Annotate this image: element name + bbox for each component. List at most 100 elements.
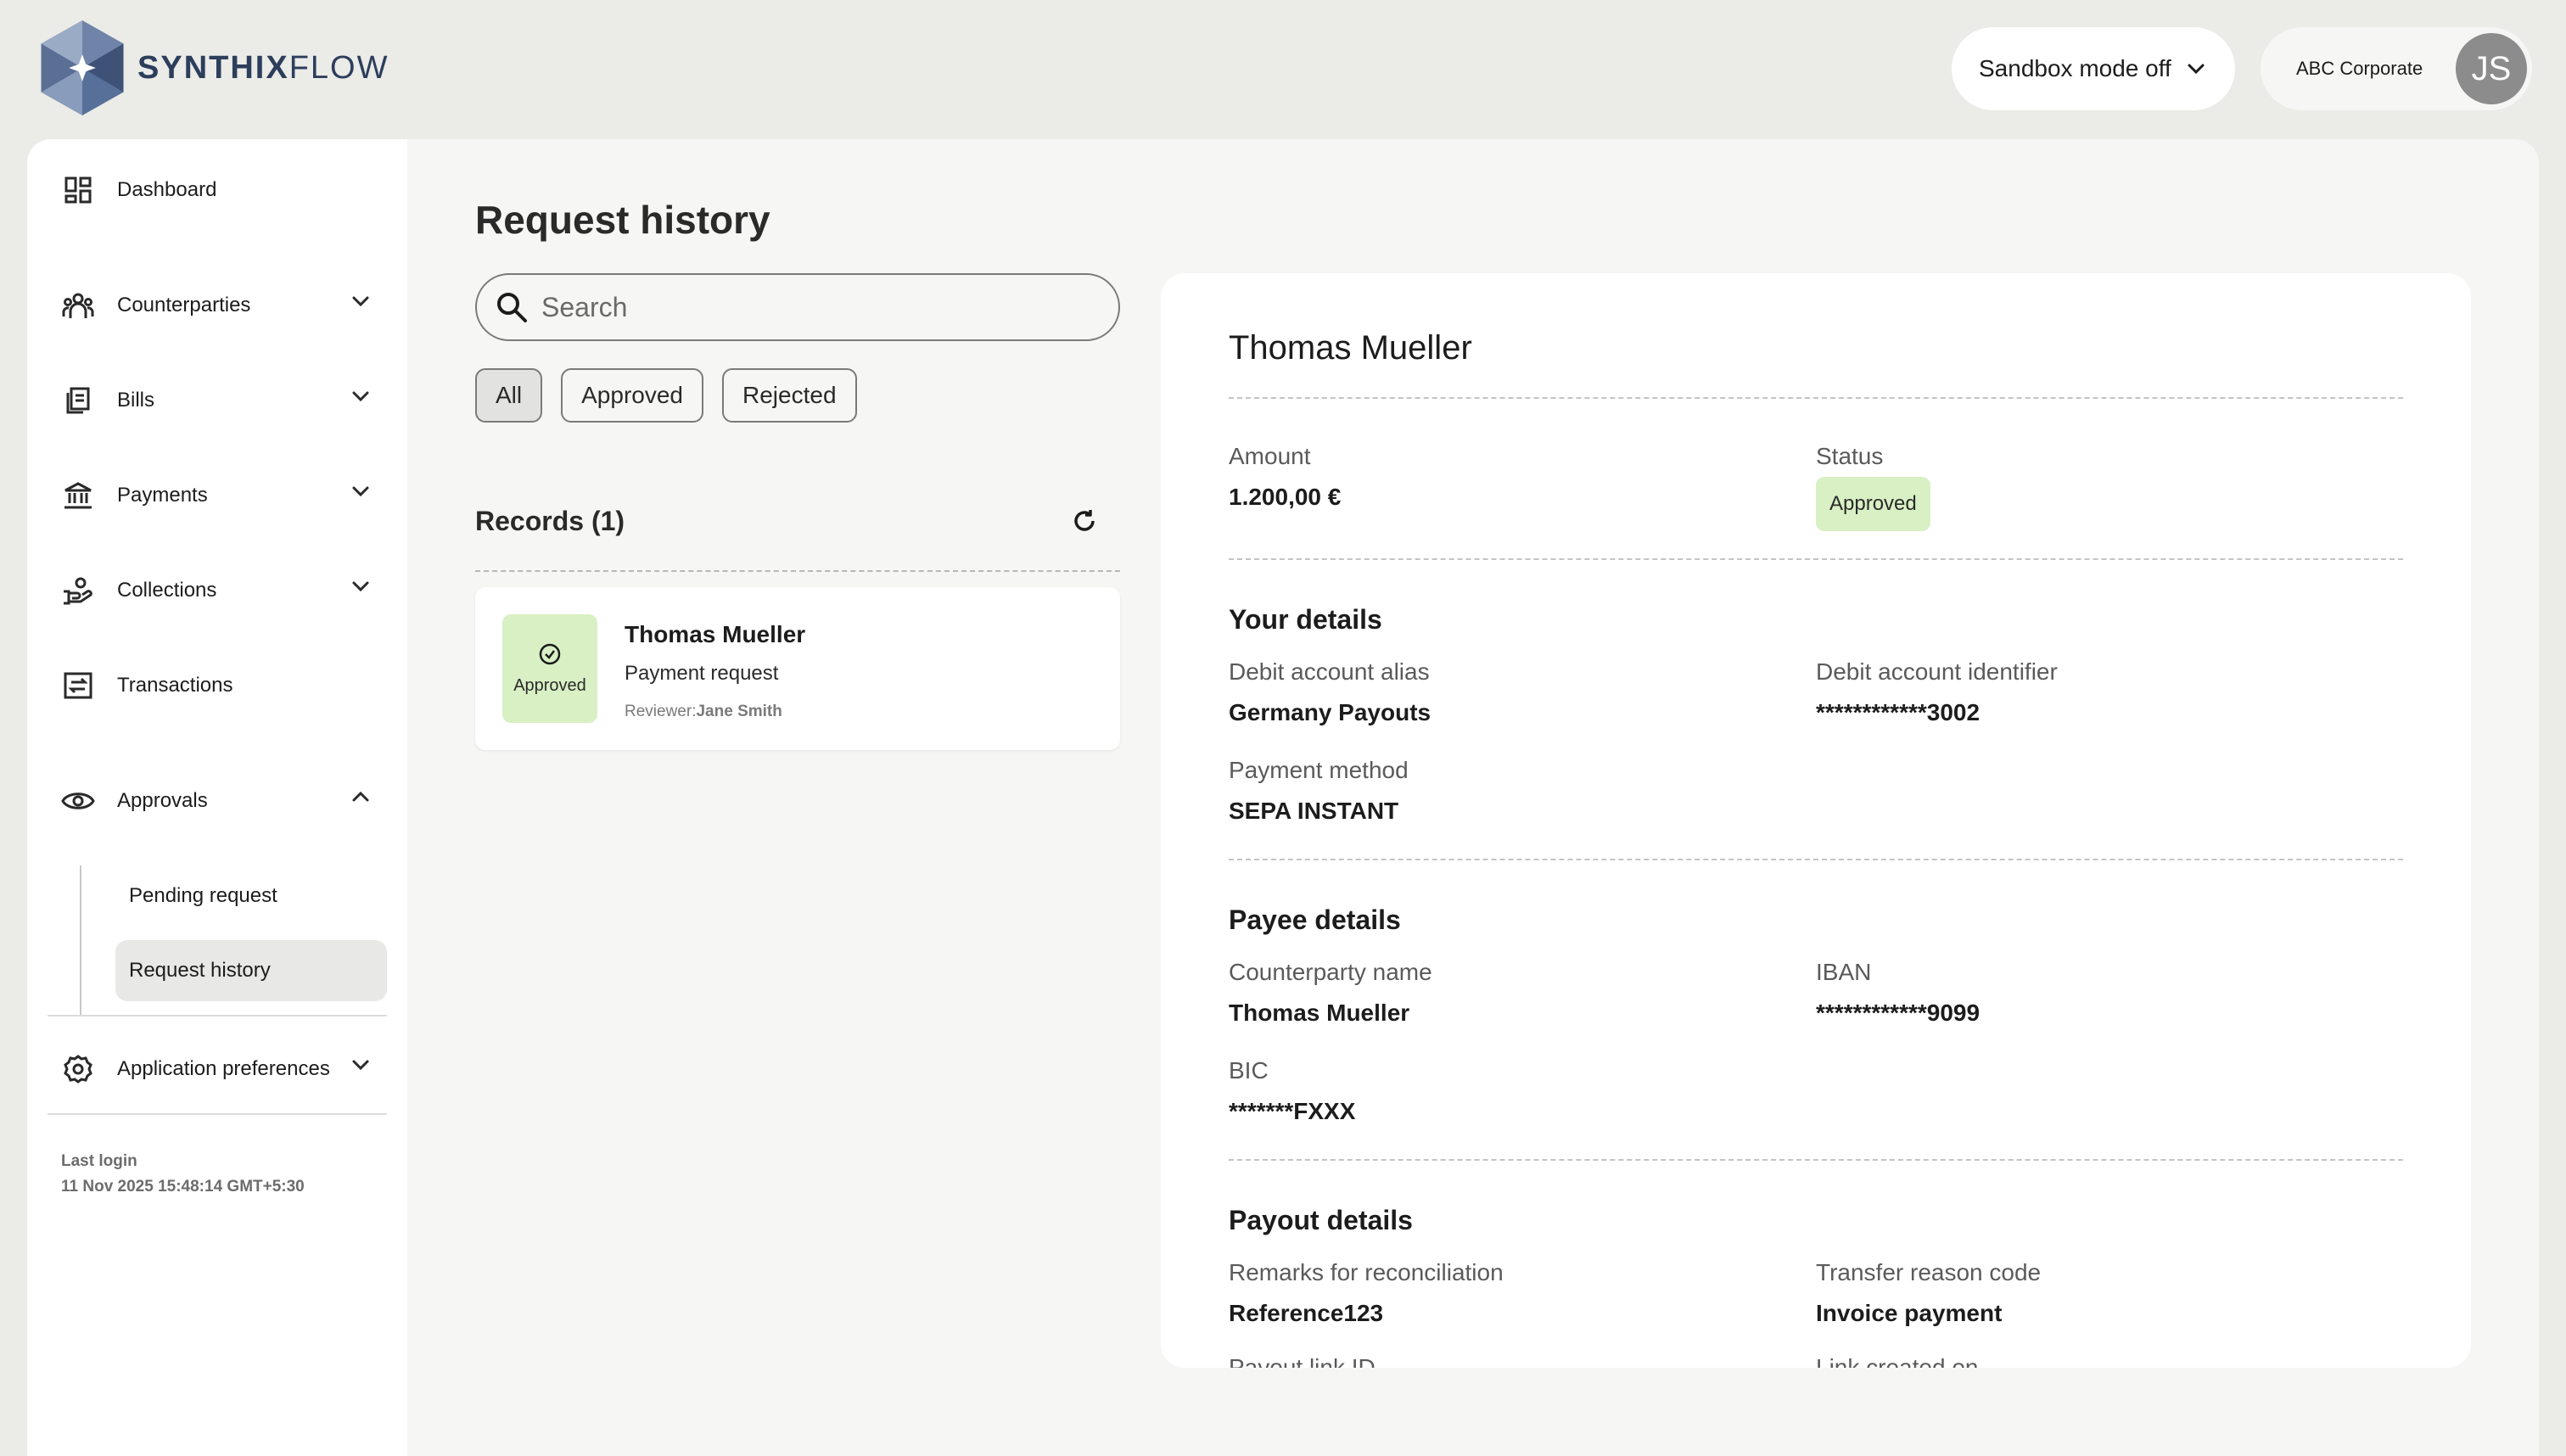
debit-account-alias-value: Germany Payouts (1229, 699, 1431, 725)
amount-value: 1.200,00 € (1229, 484, 1342, 510)
payee-details-heading: Payee details (1229, 904, 1401, 935)
record-status-label: Approved (513, 675, 586, 695)
record-reviewer: Reviewer:Jane Smith (625, 703, 782, 720)
sidebar: Dashboard Counterparties Bills Payments (27, 139, 407, 1456)
last-login-info: Last login 11 Nov 2025 15:48:14 GMT+5:30 (61, 1149, 305, 1200)
gear-icon (61, 1052, 95, 1086)
status-label: Status (1816, 443, 1884, 469)
sidebar-item-label: Application preferences (117, 1057, 330, 1080)
sidebar-subitem-request-history[interactable]: Request history (115, 940, 387, 1001)
eye-icon (61, 784, 95, 818)
iban-label: IBAN (1816, 959, 1872, 985)
people-icon (61, 288, 95, 322)
sidebar-item-payments[interactable]: Payments (61, 470, 377, 521)
sidebar-divider (48, 1015, 387, 1016)
remarks-value: Reference123 (1229, 1300, 1384, 1326)
sidebar-item-label: Transactions (117, 674, 233, 697)
brand-name: SYNTHIXFLOW (137, 49, 389, 86)
chevron-up-icon (352, 791, 369, 802)
payout-details-heading: Payout details (1229, 1205, 1413, 1235)
section-divider (1229, 397, 2403, 399)
transfer-reason-value: Invoice payment (1816, 1300, 2003, 1326)
section-divider (1229, 1159, 2403, 1161)
sidebar-item-dashboard[interactable]: Dashboard (61, 165, 377, 216)
payment-method-value: SEPA INSTANT (1229, 798, 1399, 824)
last-login-value: 11 Nov 2025 15:48:14 GMT+5:30 (61, 1178, 305, 1196)
avatar[interactable]: JS (2456, 33, 2527, 104)
payment-method-label: Payment method (1229, 757, 1409, 783)
transfer-reason-label: Transfer reason code (1816, 1259, 2042, 1285)
record-card[interactable]: Approved Thomas Mueller Payment request … (475, 587, 1120, 750)
sidebar-subitem-pending-request[interactable]: Pending request (115, 865, 387, 927)
sidebar-item-approvals[interactable]: Approvals (61, 776, 377, 826)
amount-label: Amount (1229, 443, 1311, 469)
sandbox-mode-label: Sandbox mode off (1979, 55, 2171, 81)
logo-hexagon-icon (41, 20, 124, 115)
debit-account-identifier-label: Debit account identifier (1816, 658, 2058, 685)
filter-chip-rejected[interactable]: Rejected (722, 368, 857, 423)
last-login-label: Last login (61, 1152, 137, 1170)
bills-icon (61, 384, 95, 417)
dashboard-icon (61, 173, 95, 207)
section-divider (1229, 859, 2403, 860)
filter-chip-all[interactable]: All (475, 368, 543, 423)
search-box[interactable] (475, 273, 1120, 341)
your-details-heading: Your details (1229, 604, 1382, 635)
sidebar-divider (48, 1113, 387, 1115)
sidebar-item-label: Approvals (117, 789, 208, 812)
sidebar-item-transactions[interactable]: Transactions (61, 660, 377, 711)
sidebar-item-counterparties[interactable]: Counterparties (61, 280, 377, 331)
sidebar-item-label: Bills (117, 389, 155, 412)
search-input[interactable] (541, 291, 1084, 323)
chevron-down-icon (352, 391, 369, 402)
request-detail-panel: Thomas Mueller Amount 1.200,00 € Status … (1161, 273, 2471, 1368)
bic-label: BIC (1229, 1057, 1269, 1084)
sidebar-subitem-label: Pending request (129, 884, 277, 907)
bic-value: *******FXXX (1229, 1098, 1356, 1124)
records-divider (475, 570, 1120, 572)
iban-value: ************9099 (1816, 1000, 1981, 1026)
section-divider (1229, 558, 2403, 560)
status-badge: Approved (1816, 477, 1930, 531)
filter-chip-approved[interactable]: Approved (561, 368, 703, 423)
account-switcher[interactable]: ABC Corporate JS (2261, 27, 2532, 110)
record-type: Payment request (625, 662, 779, 685)
sidebar-item-bills[interactable]: Bills (61, 375, 377, 426)
status-filters: All Approved Rejected (475, 368, 857, 423)
chevron-down-icon (352, 581, 369, 592)
remarks-label: Remarks for reconciliation (1229, 1259, 1504, 1285)
sidebar-item-application-preferences[interactable]: Application preferences (61, 1044, 377, 1095)
submenu-guide-line (80, 865, 81, 1015)
record-name: Thomas Mueller (625, 621, 806, 647)
chevron-down-icon (352, 486, 369, 497)
account-name: ABC Corporate (2296, 58, 2423, 79)
chevron-down-icon (352, 296, 369, 307)
collections-icon (61, 574, 95, 608)
sidebar-subitem-label: Request history (129, 959, 271, 982)
sidebar-item-label: Dashboard (117, 178, 217, 201)
sidebar-item-label: Counterparties (117, 294, 251, 316)
brand-logo[interactable]: SYNTHIXFLOW (37, 19, 389, 117)
payout-link-id-label: Payout link ID (1229, 1354, 1375, 1368)
chevron-down-icon (352, 1060, 369, 1071)
sandbox-mode-dropdown[interactable]: Sandbox mode off (1952, 27, 2235, 110)
transactions-icon (61, 669, 95, 703)
detail-title: Thomas Mueller (1229, 329, 1472, 367)
debit-account-identifier-value: ************3002 (1816, 699, 1981, 725)
bank-icon (61, 479, 95, 512)
records-title: Records (1) (475, 506, 625, 536)
counterparty-name-value: Thomas Mueller (1229, 1000, 1410, 1026)
record-status-badge: Approved (502, 614, 597, 723)
sidebar-item-collections[interactable]: Collections (61, 565, 377, 616)
app-frame: Dashboard Counterparties Bills Payments (27, 139, 2539, 1456)
counterparty-name-label: Counterparty name (1229, 959, 1432, 985)
debit-account-alias-label: Debit account alias (1229, 658, 1430, 685)
link-created-label: Link created on (1816, 1354, 1979, 1368)
chevron-down-icon (2188, 64, 2205, 75)
refresh-icon[interactable] (1071, 507, 1098, 535)
sidebar-item-label: Collections (117, 579, 217, 602)
page-title: Request history (475, 198, 770, 242)
check-circle-icon (539, 643, 561, 664)
sidebar-item-label: Payments (117, 484, 208, 507)
search-icon (497, 293, 527, 322)
